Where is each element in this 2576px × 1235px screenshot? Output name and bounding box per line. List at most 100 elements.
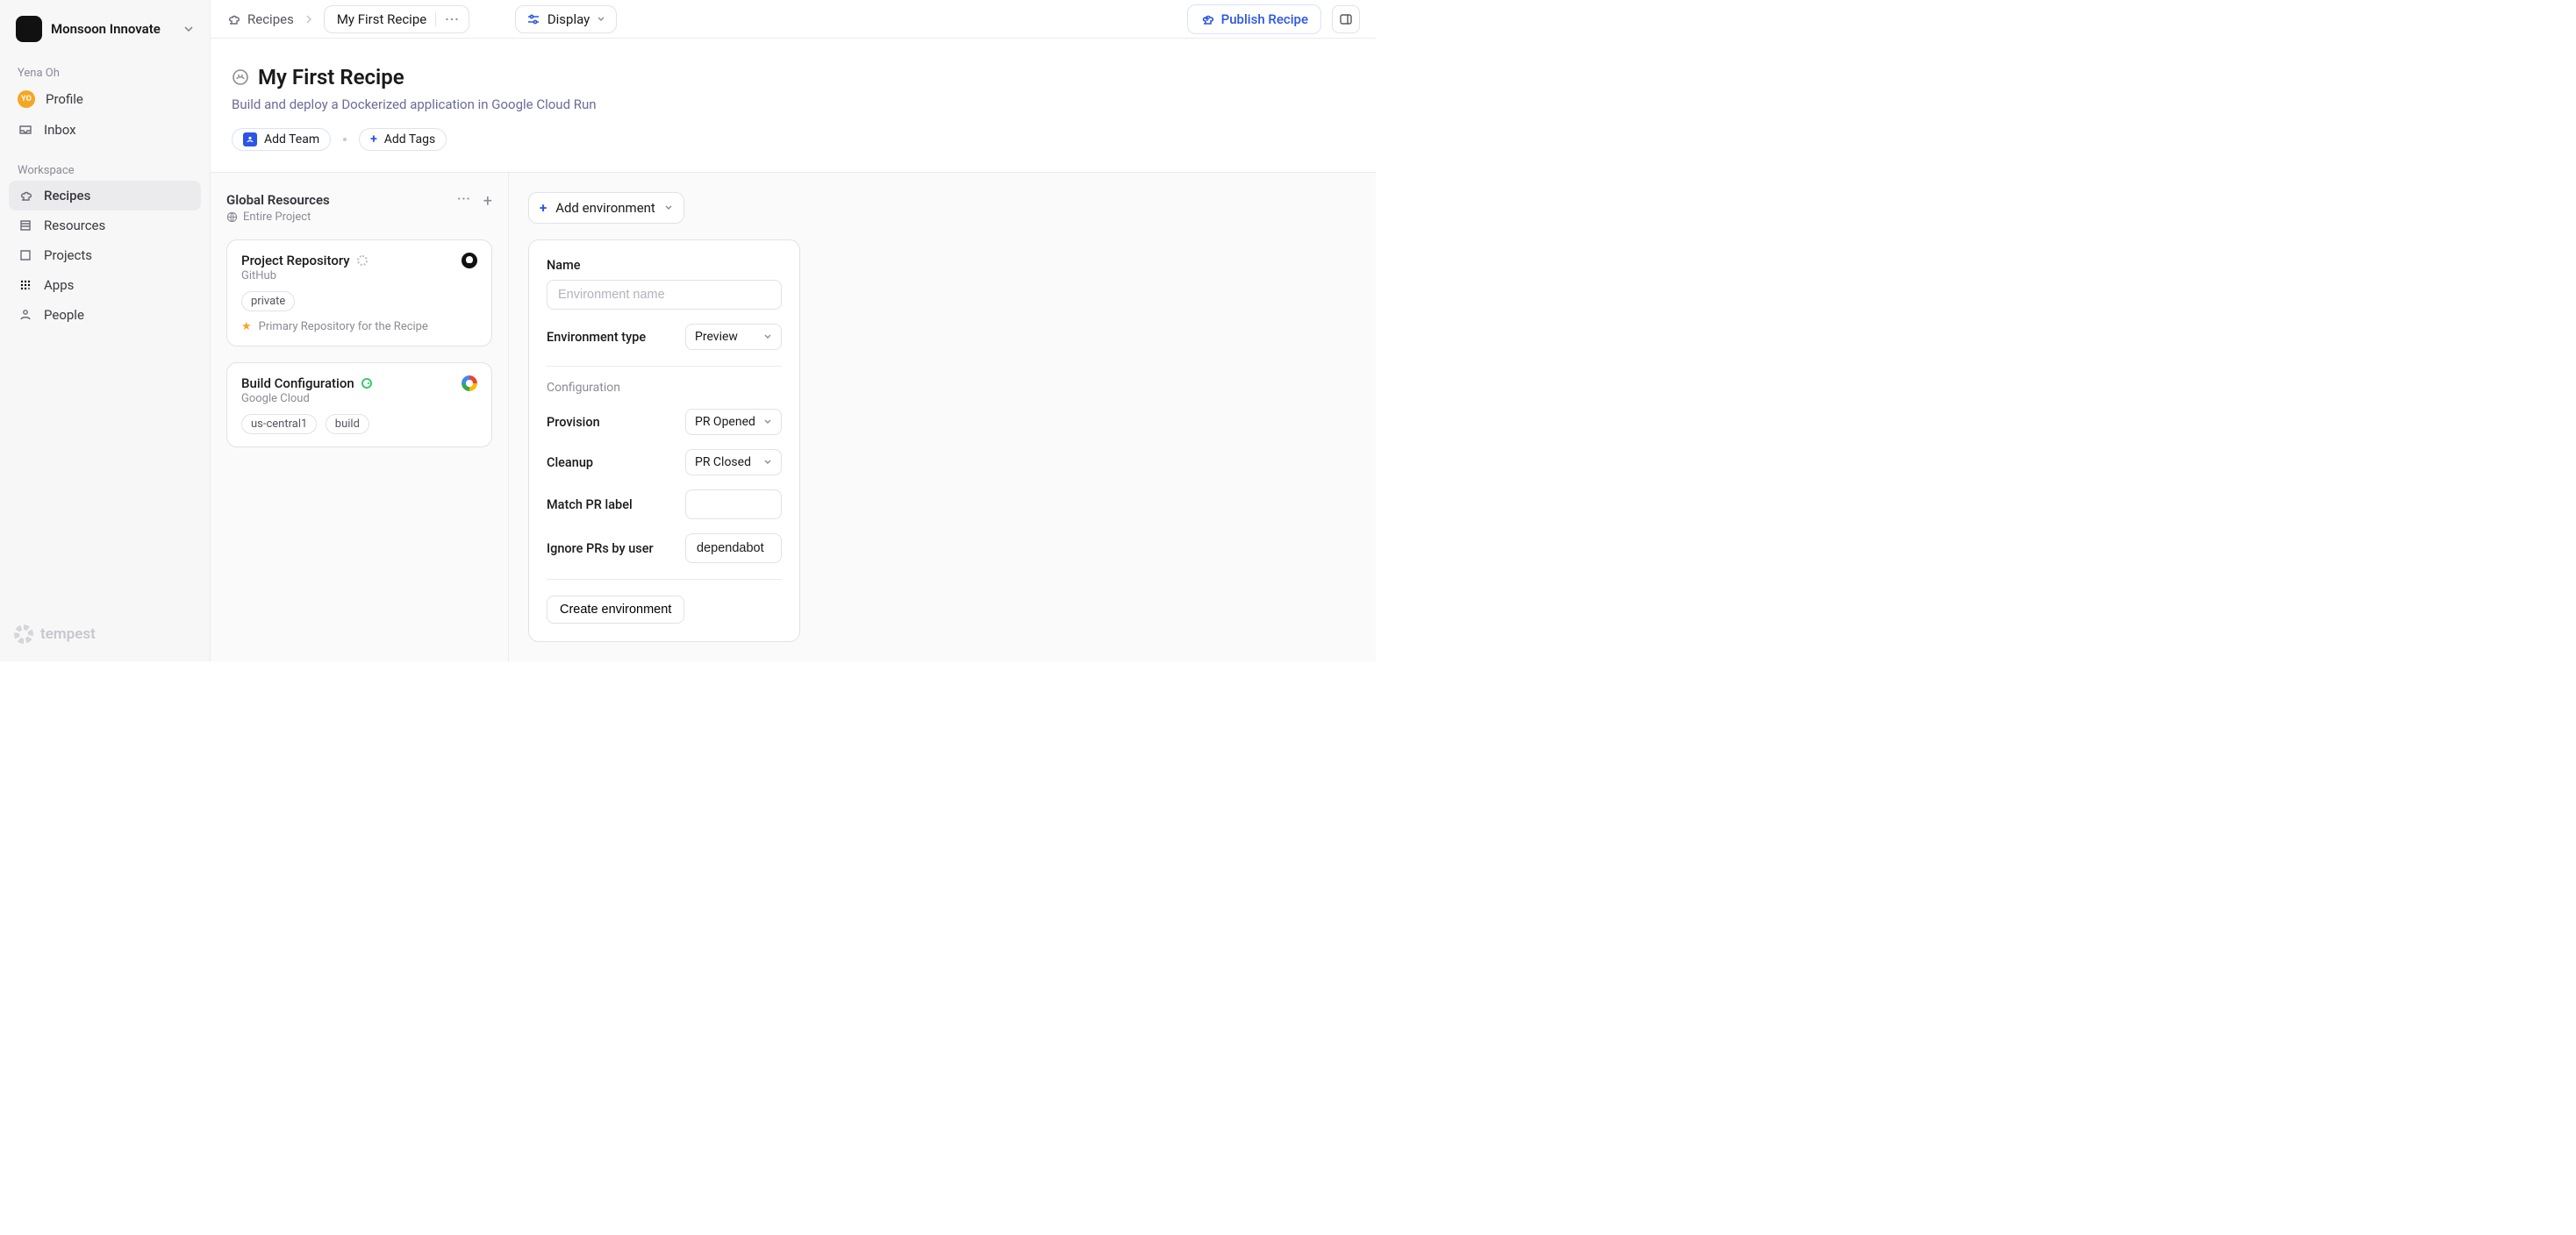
recipe-icon [232, 68, 249, 86]
chevron-right-icon [304, 15, 313, 24]
display-label: Display [547, 11, 590, 27]
env-cleanup-select[interactable]: PR Closed [685, 449, 782, 475]
global-resources-scope: Entire Project [243, 211, 311, 224]
global-resources-title: Global Resources [226, 192, 330, 208]
panel-right-icon [1339, 12, 1353, 26]
chevron-down-icon [183, 24, 194, 34]
display-button[interactable]: Display [515, 5, 617, 33]
env-name-label: Name [547, 258, 782, 273]
sidebar-item-apps[interactable]: Apps [9, 270, 201, 300]
github-icon [462, 253, 477, 268]
team-icon [243, 132, 257, 146]
env-type-select[interactable]: Preview [685, 324, 782, 350]
sidebar-item-label: Profile [46, 91, 83, 107]
chevron-down-icon [597, 15, 605, 24]
user-section-label: Yena Oh [9, 58, 201, 83]
breadcrumb-current-label: My First Recipe [337, 11, 426, 27]
cube-icon [18, 247, 33, 263]
plus-icon[interactable]: + [483, 192, 492, 211]
tag-pill: us-central1 [241, 414, 317, 434]
env-name-input[interactable] [547, 280, 782, 310]
env-type-label: Environment type [547, 330, 646, 345]
breadcrumb-root[interactable]: Recipes [226, 11, 294, 27]
add-environment-label: Add environment [555, 200, 655, 216]
chevron-down-icon [763, 458, 772, 467]
add-team-label: Add Team [264, 132, 319, 146]
sidebar-item-label: Apps [44, 277, 74, 293]
sidebar-item-projects[interactable]: Projects [9, 240, 201, 270]
sidebar-item-resources[interactable]: Resources [9, 211, 201, 240]
sidebar-item-recipes[interactable]: Recipes [9, 181, 201, 211]
tag-pill: private [241, 291, 295, 311]
card-provider: Google Cloud [241, 392, 372, 405]
publish-label: Publish Recipe [1221, 11, 1308, 27]
separator-dot [343, 138, 347, 141]
chevron-down-icon [664, 203, 673, 212]
page-description: Build and deploy a Dockerized applicatio… [232, 96, 1355, 112]
chevron-down-icon [763, 332, 772, 341]
resource-card-repository[interactable]: Project Repository GitHub private ★ Prim… [226, 239, 492, 346]
publish-icon [1200, 12, 1214, 26]
env-cleanup-value: PR Closed [695, 455, 751, 469]
chef-hat-icon [226, 12, 240, 26]
star-icon: ★ [241, 320, 252, 333]
plus-icon: + [540, 200, 547, 216]
env-provision-value: PR Opened [695, 415, 755, 429]
sidebar: Monsoon Innovate Yena Oh YO Profile Inbo… [0, 0, 211, 661]
add-environment-button[interactable]: + Add environment [528, 192, 684, 224]
publish-button[interactable]: Publish Recipe [1187, 4, 1321, 34]
sidebar-item-label: People [44, 307, 84, 323]
inbox-icon [18, 122, 33, 138]
tag-pill: build [326, 414, 369, 434]
sidebar-item-label: Projects [44, 247, 92, 263]
env-provision-label: Provision [547, 415, 600, 430]
environments-column: + Add environment Name Environment type … [509, 173, 1376, 661]
main: Recipes My First Recipe ··· Display Publ… [211, 0, 1376, 661]
sliders-icon [526, 12, 540, 26]
person-icon [18, 307, 33, 323]
environment-form: Name Environment type Preview Configurat… [528, 239, 800, 642]
env-match-input[interactable] [685, 489, 782, 519]
env-ignore-label: Ignore PRs by user [547, 541, 654, 556]
panel-toggle-button[interactable] [1332, 5, 1360, 33]
more-icon[interactable]: ··· [457, 192, 471, 211]
brand-label: tempest [40, 625, 96, 643]
brand-swirl-icon [14, 625, 33, 644]
breadcrumb-current[interactable]: My First Recipe ··· [324, 5, 469, 33]
card-provider: GitHub [241, 269, 368, 282]
loading-spinner-icon [357, 255, 368, 266]
env-config-label: Configuration [547, 381, 782, 395]
add-team-button[interactable]: Add Team [232, 128, 331, 151]
sidebar-item-profile[interactable]: YO Profile [9, 83, 201, 115]
page-header: My First Recipe Build and deploy a Docke… [211, 39, 1376, 172]
add-tags-label: Add Tags [384, 132, 435, 146]
global-resources-column: Global Resources Entire Project ··· + [211, 173, 509, 661]
divider [435, 12, 436, 26]
brand-footer: tempest [9, 618, 201, 651]
topbar: Recipes My First Recipe ··· Display Publ… [211, 0, 1376, 39]
create-environment-button[interactable]: Create environment [547, 596, 684, 624]
org-switcher[interactable]: Monsoon Innovate [9, 11, 201, 47]
avatar-icon: YO [18, 90, 35, 108]
workspace-section-label: Workspace [9, 155, 201, 181]
env-match-label: Match PR label [547, 497, 633, 512]
more-icon[interactable]: ··· [445, 11, 460, 27]
breadcrumb-root-label: Recipes [247, 11, 294, 27]
plus-icon: + [370, 132, 377, 146]
primary-note: Primary Repository for the Recipe [259, 320, 428, 333]
apps-grid-icon [18, 277, 33, 293]
google-cloud-icon [462, 375, 477, 391]
env-provision-select[interactable]: PR Opened [685, 409, 782, 435]
add-tags-button[interactable]: + Add Tags [359, 128, 447, 151]
env-ignore-input[interactable] [685, 533, 782, 563]
org-logo-icon [16, 16, 42, 42]
chevron-down-icon [763, 418, 772, 426]
card-title: Build Configuration [241, 375, 354, 391]
sidebar-item-label: Inbox [44, 122, 76, 138]
resource-card-build[interactable]: Build Configuration Google Cloud us-cent… [226, 362, 492, 447]
sidebar-item-inbox[interactable]: Inbox [9, 115, 201, 145]
create-environment-label: Create environment [560, 603, 671, 617]
list-icon [18, 218, 33, 233]
sidebar-item-people[interactable]: People [9, 300, 201, 330]
sidebar-item-label: Recipes [44, 188, 90, 203]
